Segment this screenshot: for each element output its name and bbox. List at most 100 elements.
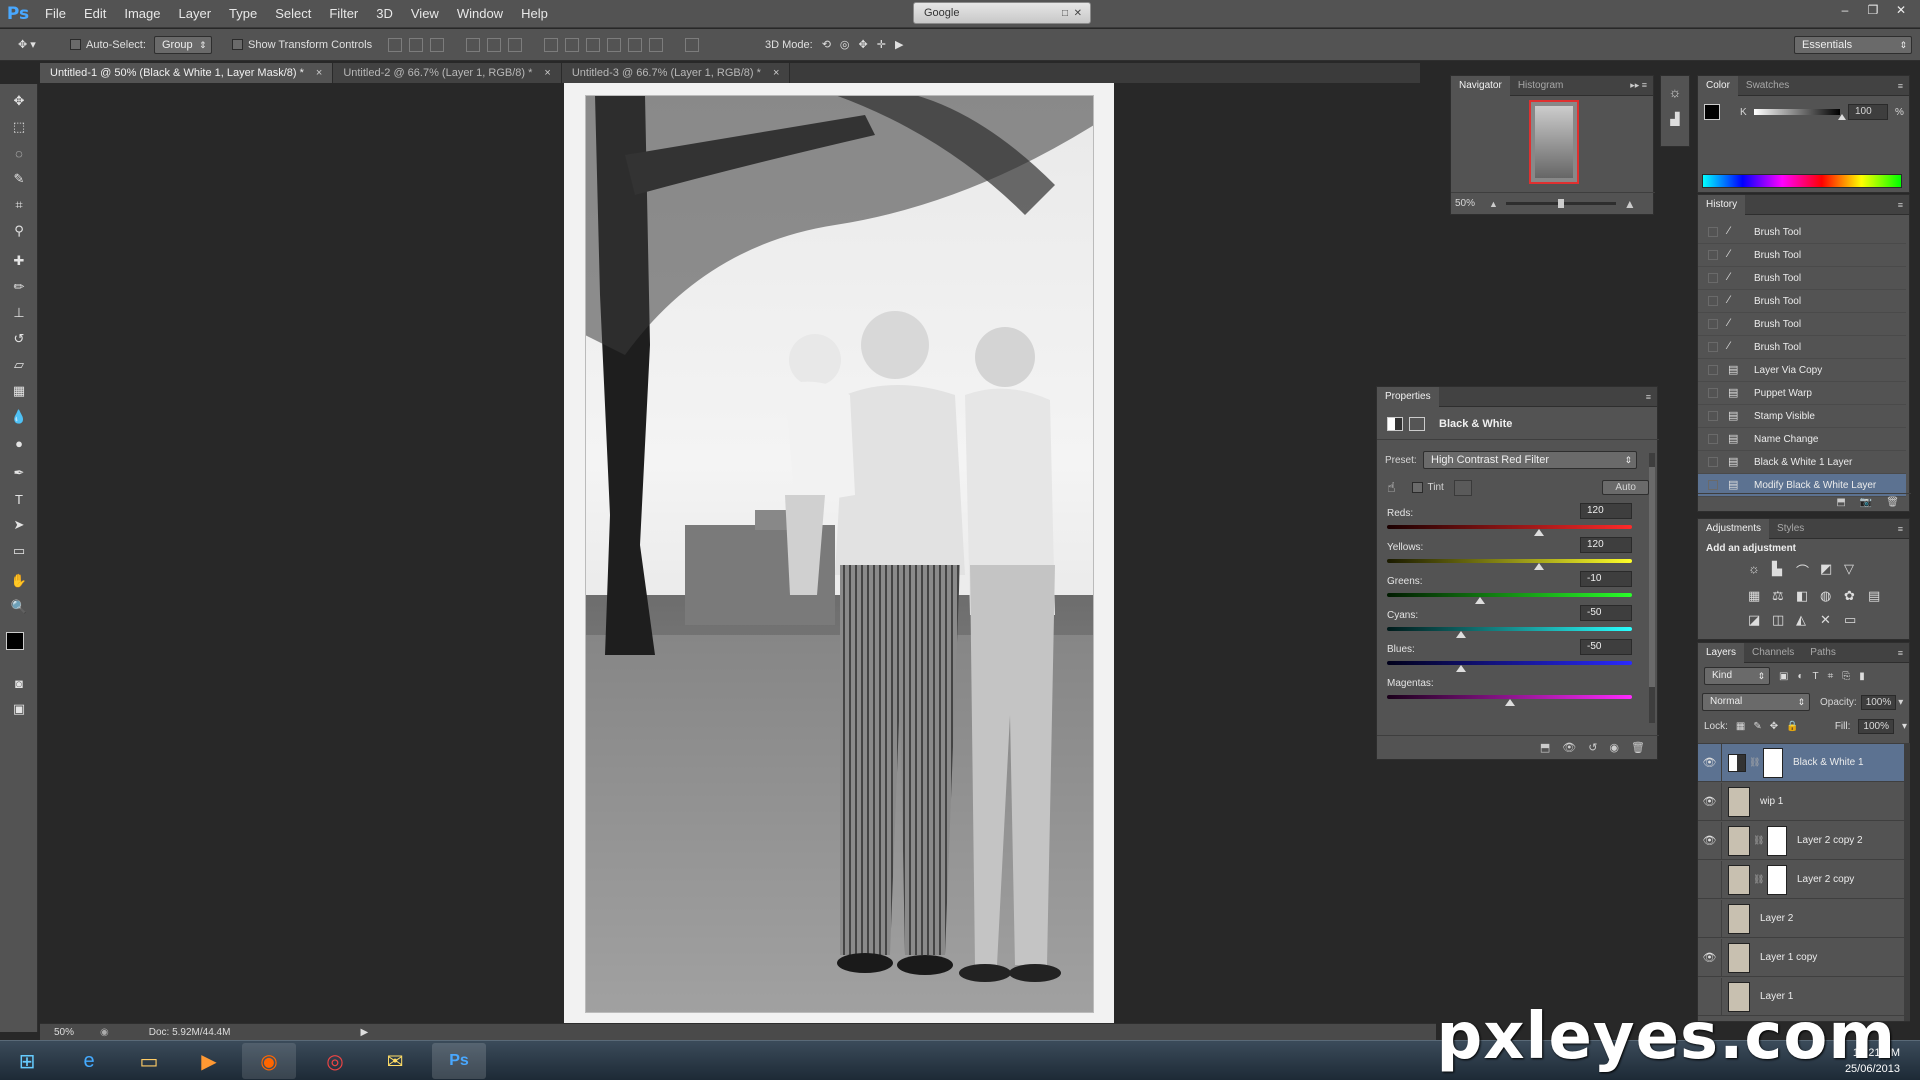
new-document-from-state-icon[interactable]: ⬒ bbox=[1836, 497, 1845, 508]
layer-visibility-toggle[interactable]: 👁 bbox=[1698, 821, 1722, 860]
history-item[interactable]: ▤ Stamp Visible bbox=[1698, 405, 1906, 428]
tab-histogram[interactable]: Histogram bbox=[1510, 76, 1572, 96]
panel-menu-icon[interactable]: ≡ bbox=[1898, 524, 1903, 534]
link-icon[interactable]: ⛓ bbox=[1753, 835, 1764, 846]
minimize-button[interactable]: – bbox=[1834, 2, 1856, 18]
photoshop-taskbar-icon[interactable]: Ps bbox=[432, 1043, 486, 1079]
hand-tool-icon[interactable]: ✋ bbox=[8, 570, 30, 592]
slider-value-field[interactable]: -10 bbox=[1580, 571, 1632, 587]
vibrance-icon[interactable]: ▽ bbox=[1844, 561, 1868, 580]
menu-help[interactable]: Help bbox=[512, 0, 557, 28]
align-left-icon[interactable] bbox=[466, 37, 480, 52]
distribute-hcenter-icon[interactable] bbox=[628, 37, 642, 52]
tint-color-swatch[interactable] bbox=[1453, 479, 1472, 496]
layer-row[interactable]: 👁 ⛓ Black & White 1 bbox=[1698, 744, 1906, 782]
history-source-box[interactable] bbox=[1708, 319, 1718, 329]
history-source-box[interactable] bbox=[1708, 457, 1718, 467]
tab-layers[interactable]: Layers bbox=[1698, 642, 1745, 663]
align-right-icon[interactable] bbox=[508, 37, 522, 52]
tab-styles[interactable]: Styles bbox=[1769, 519, 1812, 539]
slider-value-field[interactable]: -50 bbox=[1580, 639, 1632, 655]
history-item[interactable]: ▤ Layer Via Copy bbox=[1698, 359, 1906, 382]
browser-search-box[interactable]: Google □ ✕ bbox=[913, 2, 1091, 24]
auto-select-checkbox[interactable]: Auto-Select: bbox=[70, 39, 146, 51]
layer-row[interactable]: ⛓ Layer 2 copy bbox=[1698, 860, 1906, 899]
link-icon[interactable]: ⛓ bbox=[1749, 757, 1760, 768]
3d-scale-icon[interactable]: ▶ bbox=[895, 38, 903, 51]
tab-history[interactable]: History bbox=[1698, 194, 1746, 215]
tab-close-icon[interactable]: × bbox=[316, 63, 322, 83]
history-source-box[interactable] bbox=[1708, 273, 1718, 283]
invert-icon[interactable]: ◪ bbox=[1748, 612, 1772, 628]
navigator-thumbnail[interactable] bbox=[1529, 100, 1579, 184]
tab-navigator[interactable]: Navigator bbox=[1451, 75, 1510, 96]
history-source-box[interactable] bbox=[1708, 250, 1718, 260]
layer-mask-thumbnail[interactable] bbox=[1763, 747, 1783, 778]
panel-menu-icon[interactable]: ≡ bbox=[1898, 200, 1903, 210]
tab-untitled-1[interactable]: Untitled-1 @ 50% (Black & White 1, Layer… bbox=[40, 63, 334, 83]
clone-stamp-tool-icon[interactable]: ⊥ bbox=[8, 302, 30, 324]
layer-visibility-toggle[interactable]: 👁 bbox=[1698, 744, 1722, 782]
tint-checkbox[interactable] bbox=[1411, 482, 1423, 493]
slider-track[interactable] bbox=[1387, 627, 1632, 631]
slider-thumb[interactable] bbox=[1533, 563, 1544, 570]
tab-adjustments[interactable]: Adjustments bbox=[1698, 518, 1770, 539]
slider-track[interactable] bbox=[1387, 559, 1632, 563]
slider-thumb[interactable] bbox=[1455, 631, 1466, 638]
fg-color-chip[interactable] bbox=[1704, 104, 1720, 120]
slider-track[interactable] bbox=[1387, 593, 1632, 597]
history-source-box[interactable] bbox=[1708, 480, 1718, 490]
delete-icon[interactable]: 🗑 bbox=[1631, 741, 1645, 754]
move-tool-icon[interactable]: ✥ ▾ bbox=[18, 38, 36, 51]
layer-visibility-toggle[interactable]: 👁 bbox=[1698, 938, 1722, 977]
layer-visibility-toggle[interactable]: 👁 bbox=[1698, 782, 1722, 821]
history-item[interactable]: ⁄ Brush Tool bbox=[1698, 267, 1906, 290]
fill-field[interactable]: 100% bbox=[1858, 719, 1894, 734]
distribute-left-icon[interactable] bbox=[607, 37, 621, 52]
path-select-tool-icon[interactable]: ➤ bbox=[8, 514, 30, 536]
slider-thumb[interactable] bbox=[1533, 529, 1544, 536]
zoom-in-icon[interactable]: ▲ bbox=[1624, 197, 1636, 211]
preset-dropdown[interactable]: High Contrast Red Filter bbox=[1423, 451, 1637, 469]
threshold-icon[interactable]: ◭ bbox=[1796, 612, 1820, 628]
panel-menu-icon[interactable]: ≡ bbox=[1898, 81, 1903, 91]
crop-tool-icon[interactable]: ⌗ bbox=[8, 194, 30, 216]
firefox-icon[interactable]: ◉ bbox=[242, 1043, 296, 1079]
history-source-box[interactable] bbox=[1708, 342, 1718, 352]
menu-image[interactable]: Image bbox=[115, 0, 169, 28]
layer-visibility-toggle[interactable] bbox=[1698, 899, 1722, 938]
status-info-icon[interactable]: ◉ bbox=[100, 1027, 109, 1038]
layer-row[interactable]: 👁 Layer 1 copy bbox=[1698, 938, 1906, 977]
distribute-vcenter-icon[interactable] bbox=[565, 37, 579, 52]
filter-toggle-icon[interactable]: ▮ bbox=[1859, 671, 1865, 682]
levels-icon[interactable]: ▙ bbox=[1772, 561, 1796, 580]
auto-align-icon[interactable] bbox=[685, 37, 699, 52]
tab-color[interactable]: Color bbox=[1698, 75, 1738, 96]
move-tool-icon[interactable]: ✥ bbox=[8, 90, 30, 112]
link-icon[interactable]: ⛓ bbox=[1753, 874, 1764, 885]
reset-icon[interactable]: ↺ bbox=[1588, 741, 1597, 754]
slider-track[interactable] bbox=[1387, 661, 1632, 665]
color-balance-icon[interactable]: ⚖ bbox=[1772, 588, 1796, 604]
channel-mixer-icon[interactable]: ✿ bbox=[1844, 588, 1868, 604]
histogram-panel-icon[interactable]: ▟ bbox=[1661, 112, 1689, 126]
restore-button[interactable]: ❐ bbox=[1862, 2, 1884, 18]
curves-icon[interactable]: ⌒ bbox=[1796, 561, 1820, 580]
align-vcenter-icon[interactable] bbox=[409, 37, 423, 52]
slider-value-field[interactable]: -50 bbox=[1580, 605, 1632, 621]
pen-tool-icon[interactable]: ✒ bbox=[8, 462, 30, 484]
layer-mask-thumbnail[interactable] bbox=[1767, 825, 1787, 856]
chrome-icon[interactable]: ◎ bbox=[308, 1043, 362, 1079]
status-menu-arrow[interactable]: ▶ bbox=[360, 1027, 368, 1038]
type-tool-icon[interactable]: T bbox=[8, 488, 30, 510]
foreground-color-swatch[interactable] bbox=[6, 632, 24, 650]
k-value-field[interactable]: 100 bbox=[1848, 104, 1888, 120]
history-source-box[interactable] bbox=[1708, 296, 1718, 306]
k-slider-track[interactable] bbox=[1754, 109, 1840, 115]
navigator-zoom-slider[interactable] bbox=[1505, 199, 1616, 208]
layer-mask-thumbnail[interactable] bbox=[1767, 864, 1787, 895]
slider-value-field[interactable]: 120 bbox=[1580, 537, 1632, 553]
close-icon[interactable]: ✕ bbox=[1074, 8, 1082, 19]
layer-row[interactable]: 👁 wip 1 bbox=[1698, 782, 1906, 821]
zoom-tool-icon[interactable]: 🔍 bbox=[8, 596, 30, 618]
